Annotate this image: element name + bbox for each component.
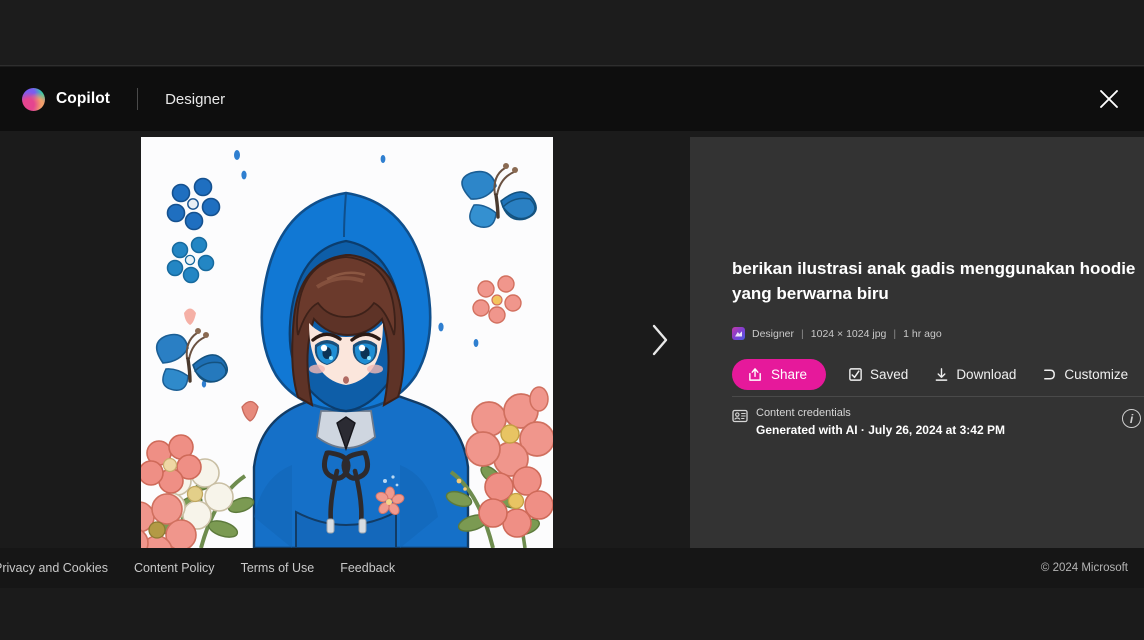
download-button-label: Download <box>956 367 1017 382</box>
content-credentials: Content credentials Generated with AI · … <box>732 407 1005 437</box>
meta-separator-1: | <box>801 327 804 340</box>
flower-bud-right <box>529 386 549 412</box>
bottom-fill <box>0 588 1144 640</box>
customize-button-label: Customize <box>1064 367 1129 382</box>
meta-source: Designer <box>752 327 795 340</box>
meta-separator-2: | <box>893 327 897 340</box>
bookmark-check-icon <box>849 368 862 381</box>
share-icon <box>749 368 761 381</box>
close-button[interactable] <box>1090 80 1128 118</box>
credentials-info-button[interactable]: i <box>1122 409 1141 428</box>
meta-dimensions: 1024 × 1024 jpg <box>810 327 887 340</box>
image-details-panel: berikan ilustrasi anak gadis menggunakan… <box>690 137 1144 548</box>
next-image-button[interactable] <box>634 310 686 370</box>
footer-link-privacy[interactable]: Privacy and Cookies <box>0 561 108 575</box>
action-buttons: Share Saved Download Customize <box>732 359 1132 390</box>
artwork-illustration <box>141 137 553 548</box>
copilot-logo-icon <box>22 87 45 111</box>
credentials-title: Content credentials <box>756 407 851 419</box>
wand-icon <box>1044 369 1056 380</box>
app-name: Designer <box>165 90 226 108</box>
generated-image[interactable] <box>141 137 553 548</box>
footer-link-feedback[interactable]: Feedback <box>340 561 395 575</box>
brand-name: Copilot <box>56 90 111 107</box>
prompt-text: berikan ilustrasi anak gadis menggunakan… <box>732 259 1136 303</box>
app-header: Copilot Designer <box>0 67 1144 131</box>
download-button[interactable]: Download <box>930 359 1020 390</box>
meta-age: 1 hr ago <box>903 327 942 340</box>
brand[interactable]: Copilot Designer <box>0 87 226 111</box>
chevron-right-icon <box>652 324 668 356</box>
share-button-label: Share <box>771 367 808 382</box>
share-button[interactable]: Share <box>732 359 827 390</box>
top-strip <box>0 0 1144 66</box>
designer-image-viewer: Copilot Designer berikan ilustrasi anak … <box>0 0 1144 640</box>
panel-divider <box>732 396 1144 397</box>
footer-links: Privacy and Cookies Content Policy Terms… <box>0 561 395 575</box>
saved-button-label: Saved <box>870 367 909 382</box>
saved-button[interactable]: Saved <box>844 359 912 390</box>
credentials-subtitle: Generated with AI · July 26, 2024 at 3:4… <box>756 423 1005 437</box>
copyright-text: © 2024 Microsoft <box>1040 562 1128 574</box>
close-icon <box>1100 90 1118 108</box>
image-metadata: Designer | 1024 × 1024 jpg | 1 hr ago <box>732 327 942 340</box>
download-icon <box>935 368 948 381</box>
content-credentials-icon <box>732 409 748 423</box>
brand-divider <box>137 88 139 110</box>
footer-link-content-policy[interactable]: Content Policy <box>134 561 215 575</box>
page-footer: Privacy and Cookies Content Policy Terms… <box>0 548 1144 588</box>
customize-button[interactable]: Customize <box>1038 359 1132 390</box>
viewer-stage: berikan ilustrasi anak gadis menggunakan… <box>0 131 1144 548</box>
designer-badge-icon <box>732 327 745 340</box>
footer-link-terms[interactable]: Terms of Use <box>241 561 315 575</box>
